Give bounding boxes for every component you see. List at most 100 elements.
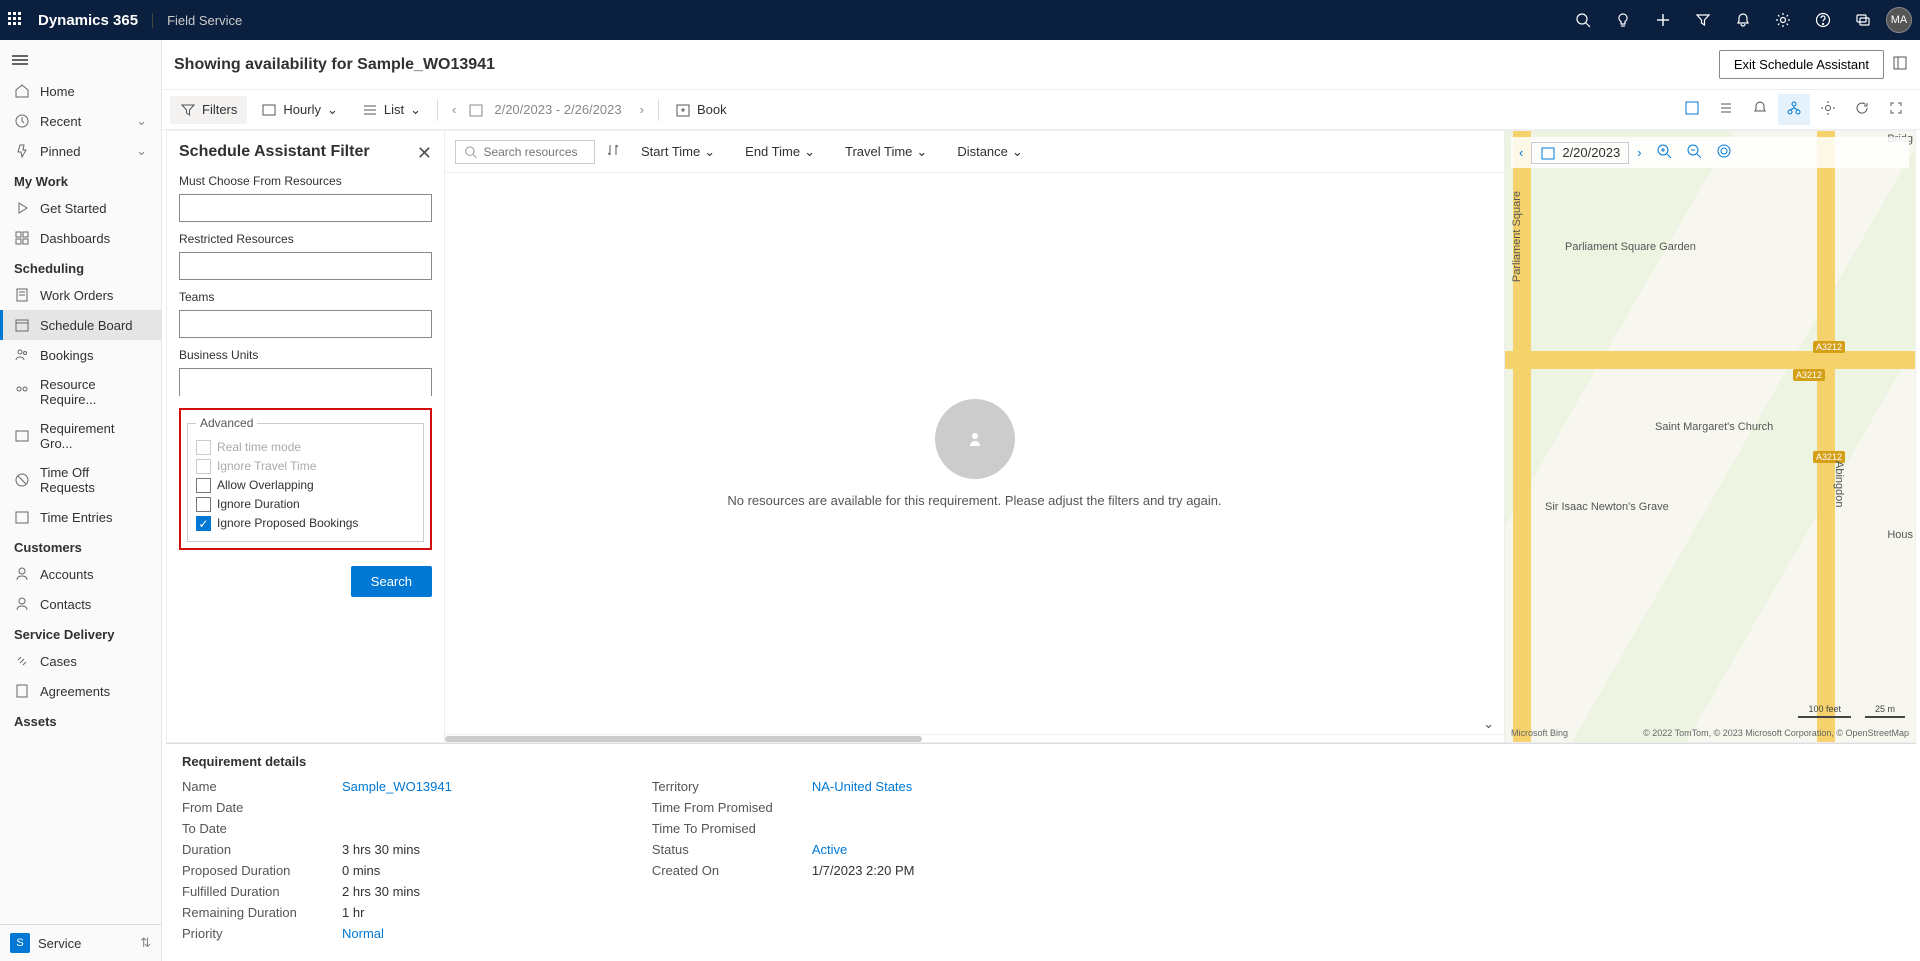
cmd-gear-icon[interactable] — [1812, 94, 1844, 125]
prev-date-button[interactable]: ‹ — [444, 98, 464, 121]
advanced-section-highlighted: Advanced Real time mode Ignore Travel Ti… — [179, 408, 432, 550]
lightbulb-icon[interactable] — [1606, 0, 1640, 40]
nav-dashboards[interactable]: Dashboards — [0, 223, 161, 253]
chevron-down-icon: ⌄ — [136, 143, 147, 159]
search-resources-input[interactable] — [483, 145, 586, 159]
field-label: Restricted Resources — [179, 232, 432, 246]
col-start-time[interactable]: Start Time ⌄ — [631, 144, 725, 160]
nav-home[interactable]: Home — [0, 76, 161, 106]
map-panel[interactable]: A3212 A3212 A3212 Parliament Square Gard… — [1505, 131, 1915, 742]
app-switcher[interactable]: S Service ⇅ — [0, 924, 161, 961]
chevron-down-icon[interactable]: ⌄ — [1483, 716, 1494, 732]
left-sidebar: Home Recent⌄ Pinned⌄ My Work Get Started… — [0, 40, 162, 961]
sort-icon[interactable] — [605, 142, 621, 161]
bell-icon[interactable] — [1726, 0, 1760, 40]
group-icon — [14, 428, 30, 444]
search-button[interactable]: Search — [351, 566, 432, 597]
section-service-delivery: Service Delivery — [0, 619, 161, 646]
field-label: Teams — [179, 290, 432, 304]
map-attribution: © 2022 TomTom, © 2023 Microsoft Corporat… — [1643, 728, 1909, 738]
cmd-fullscreen-icon[interactable] — [1880, 94, 1912, 125]
map-locate-icon[interactable] — [1710, 139, 1738, 166]
empty-state: No resources are available for this requ… — [445, 173, 1504, 734]
help-icon[interactable] — [1806, 0, 1840, 40]
cmd-book[interactable]: Book — [665, 96, 737, 124]
col-distance[interactable]: Distance ⌄ — [947, 144, 1032, 160]
hamburger-icon[interactable] — [0, 44, 161, 76]
nav-recent[interactable]: Recent⌄ — [0, 106, 161, 136]
ignore-proposed-bookings-checkbox[interactable]: ✓ — [196, 516, 211, 531]
checkbox-label: Ignore Proposed Bookings — [217, 516, 358, 530]
req-label: To Date — [182, 821, 342, 836]
search-resources-box[interactable] — [455, 140, 595, 164]
map-next-button[interactable]: › — [1631, 141, 1647, 164]
cmd-list[interactable]: List⌄ — [352, 96, 431, 124]
must-choose-resources-input[interactable] — [179, 194, 432, 222]
allow-overlapping-checkbox[interactable] — [196, 478, 211, 493]
cmd-list-icon[interactable] — [1710, 94, 1742, 125]
map-date-picker[interactable]: 2/20/2023 — [1531, 142, 1629, 164]
page-title: Showing availability for Sample_WO13941 — [174, 56, 495, 74]
expand-icon[interactable] — [1892, 55, 1908, 74]
req-label: Time From Promised — [652, 800, 812, 815]
plus-icon[interactable] — [1646, 0, 1680, 40]
section-scheduling: Scheduling — [0, 253, 161, 280]
cmd-tree-icon[interactable] — [1778, 94, 1810, 125]
req-value: 3 hrs 30 mins — [342, 842, 420, 857]
nav-pinned[interactable]: Pinned⌄ — [0, 136, 161, 166]
ignore-travel-time-checkbox — [196, 459, 211, 474]
teams-input[interactable] — [179, 310, 432, 338]
req-value: 2 hrs 30 mins — [342, 884, 420, 899]
req-status-link[interactable]: Active — [812, 842, 847, 857]
nav-resource-req[interactable]: Resource Require... — [0, 370, 161, 414]
calendar-icon — [14, 509, 30, 525]
close-icon[interactable]: ✕ — [417, 143, 432, 164]
req-priority-link[interactable]: Normal — [342, 926, 384, 941]
col-end-time[interactable]: End Time ⌄ — [735, 144, 825, 160]
cmd-label: List — [384, 102, 404, 117]
nav-time-entries[interactable]: Time Entries — [0, 502, 161, 532]
nav-work-orders[interactable]: Work Orders — [0, 280, 161, 310]
horizontal-scrollbar[interactable] — [445, 734, 1504, 742]
nav-time-off[interactable]: Time Off Requests — [0, 458, 161, 502]
next-date-button[interactable]: › — [632, 98, 652, 121]
date-range[interactable]: 2/20/2023 - 2/26/2023 — [488, 102, 627, 117]
cmd-bell-icon[interactable] — [1744, 94, 1776, 125]
restricted-resources-input[interactable] — [179, 252, 432, 280]
nav-accounts[interactable]: Accounts — [0, 559, 161, 589]
people-icon — [14, 347, 30, 363]
req-label: Time To Promised — [652, 821, 812, 836]
nav-cases[interactable]: Cases — [0, 646, 161, 676]
business-units-input[interactable] — [179, 368, 432, 396]
map-zoom-in-icon[interactable] — [1650, 139, 1678, 166]
req-label: Duration — [182, 842, 342, 857]
map-scale: 100 feet25 m — [1798, 704, 1905, 718]
nav-get-started[interactable]: Get Started — [0, 193, 161, 223]
nav-req-groups[interactable]: Requirement Gro... — [0, 414, 161, 458]
nav-label: Schedule Board — [40, 318, 133, 333]
map-prev-button[interactable]: ‹ — [1513, 141, 1529, 164]
nav-schedule-board[interactable]: Schedule Board — [0, 310, 161, 340]
search-icon[interactable] — [1566, 0, 1600, 40]
cmd-filter-view-icon[interactable] — [1676, 94, 1708, 125]
exit-schedule-assistant-button[interactable]: Exit Schedule Assistant — [1719, 50, 1884, 79]
nav-label: Requirement Gro... — [40, 421, 147, 451]
nav-bookings[interactable]: Bookings — [0, 340, 161, 370]
gear-icon[interactable] — [1766, 0, 1800, 40]
nav-contacts[interactable]: Contacts — [0, 589, 161, 619]
chat-icon[interactable] — [1846, 0, 1880, 40]
dashboard-icon — [14, 230, 30, 246]
req-name-link[interactable]: Sample_WO13941 — [342, 779, 452, 794]
col-travel-time[interactable]: Travel Time ⌄ — [835, 144, 937, 160]
filter-icon[interactable] — [1686, 0, 1720, 40]
nav-agreements[interactable]: Agreements — [0, 676, 161, 706]
avatar[interactable]: MA — [1886, 7, 1912, 33]
ignore-duration-checkbox[interactable] — [196, 497, 211, 512]
cmd-hourly[interactable]: Hourly⌄ — [251, 96, 347, 124]
waffle-icon[interactable] — [8, 12, 24, 28]
cmd-refresh-icon[interactable] — [1846, 94, 1878, 125]
filter-panel-title: Schedule Assistant Filter — [179, 143, 370, 161]
map-zoom-out-icon[interactable] — [1680, 139, 1708, 166]
req-territory-link[interactable]: NA-United States — [812, 779, 912, 794]
cmd-filters[interactable]: Filters — [170, 96, 247, 124]
